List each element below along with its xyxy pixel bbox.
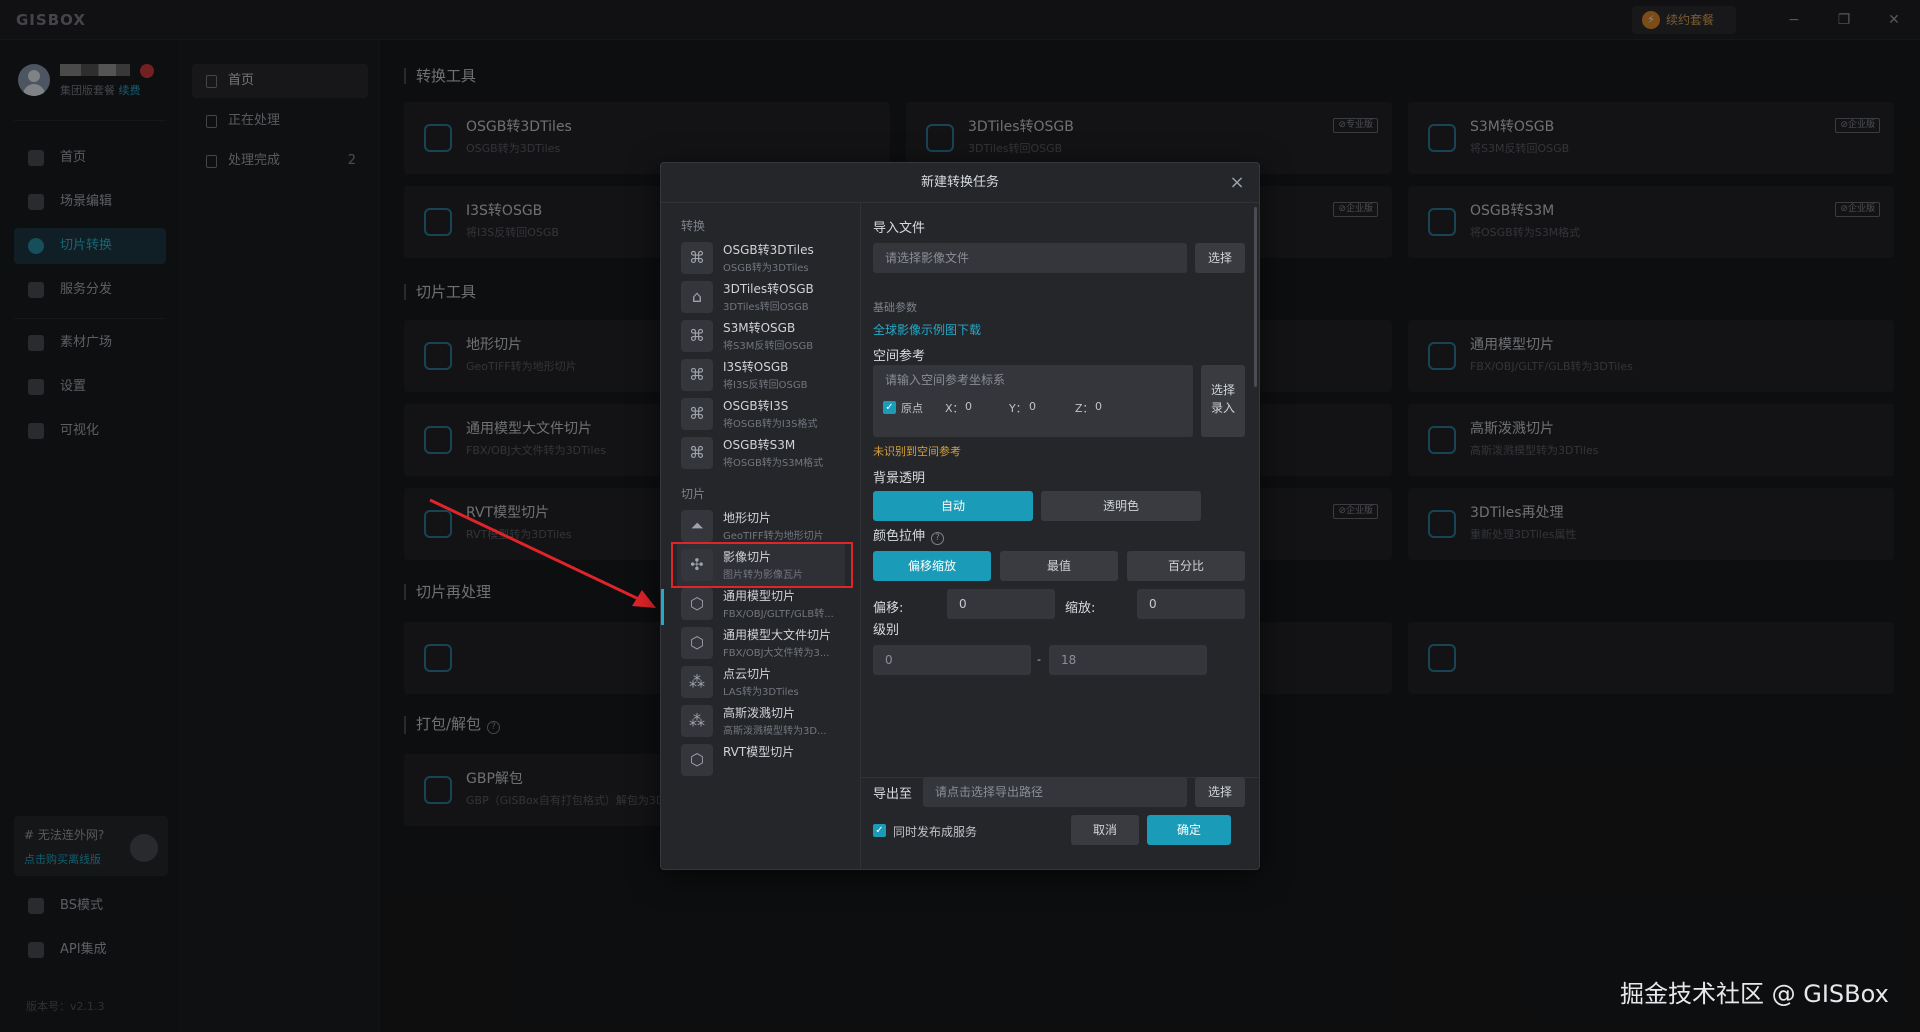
task-title: 3DTiles转OSGB <box>723 282 814 296</box>
z-value[interactable]: 0 <box>1095 400 1102 413</box>
level-label: 级别 <box>873 623 900 638</box>
new-task-dialog: 新建转换任务 × 转换 切片 ⌘ OSGB转3DTiles OSGB转为3DTile… <box>660 162 1260 870</box>
task-icon: ⌘ <box>681 437 713 469</box>
x-value[interactable]: 0 <box>965 400 972 413</box>
level-max-input[interactable]: 18 <box>1049 645 1207 675</box>
task-subtitle: OSGB转为3DTiles <box>723 263 809 274</box>
scale-label: 缩放: <box>1065 601 1096 616</box>
task-subtitle: FBX/OBJ大文件转为3... <box>723 648 830 659</box>
import-label: 导入文件 <box>873 221 926 236</box>
task-title: 点云切片 <box>723 667 772 681</box>
import-select-button[interactable]: 选择 <box>1195 243 1245 273</box>
task-icon: ✣ <box>681 549 713 581</box>
spatial-ref-input[interactable]: 请输入空间参考坐标系 <box>885 373 1005 387</box>
spatial-select-enter-button[interactable]: 选择 录入 <box>1201 365 1245 437</box>
task-title: 通用模型大文件切片 <box>723 628 832 642</box>
stretch-minmax-button[interactable]: 最值 <box>1000 551 1118 581</box>
spatial-ref-warning: 未识别到空间参考 <box>873 445 961 458</box>
task-subtitle: LAS转为3DTiles <box>723 687 799 698</box>
task-title: I3S转OSGB <box>723 360 789 374</box>
offset-label: 偏移: <box>873 601 904 616</box>
y-label: Y： <box>1009 402 1027 415</box>
bg-transparent-button[interactable]: 透明色 <box>1041 491 1201 521</box>
task-subtitle: 3DTiles转回OSGB <box>723 302 809 313</box>
task-icon: ⬡ <box>681 588 713 620</box>
task-icon: ⁂ <box>681 666 713 698</box>
level-separator: - <box>1037 653 1041 666</box>
task-title: 高斯泼溅切片 <box>723 706 796 720</box>
publish-label: 同时发布成服务 <box>893 825 978 839</box>
task-subtitle: 高斯泼溅模型转为3D... <box>723 726 827 737</box>
task-subtitle: 图片转为影像瓦片 <box>723 570 803 581</box>
task-title: S3M转OSGB <box>723 321 796 335</box>
export-select-button[interactable]: 选择 <box>1195 777 1245 807</box>
task-title: OSGB转S3M <box>723 438 796 452</box>
task-type-item[interactable]: ⬡ RVT模型切片 <box>677 737 845 783</box>
bg-label: 背景透明 <box>873 471 926 486</box>
task-icon: ⬡ <box>681 744 713 776</box>
task-subtitle: GeoTIFF转为地形切片 <box>723 531 824 542</box>
y-value[interactable]: 0 <box>1029 400 1036 413</box>
stretch-percent-button[interactable]: 百分比 <box>1127 551 1245 581</box>
task-icon: ⌘ <box>681 359 713 391</box>
import-file-input[interactable]: 请选择影像文件 <box>873 243 1187 273</box>
task-title: RVT模型切片 <box>723 745 795 759</box>
scale-input[interactable]: 0 <box>1137 589 1245 619</box>
offset-input[interactable]: 0 <box>947 589 1055 619</box>
task-subtitle: 将S3M反转回OSGB <box>723 341 814 352</box>
task-type-item[interactable]: ⌘ OSGB转S3M 将OSGB转为S3M格式 <box>677 430 845 476</box>
group-label-convert: 转换 <box>681 219 706 233</box>
task-title: OSGB转I3S <box>723 399 789 413</box>
origin-checkbox[interactable]: ✓ <box>883 401 896 414</box>
help-icon[interactable]: ? <box>931 532 945 545</box>
watermark: 掘金技术社区 @ GISBox <box>1620 980 1889 1008</box>
ok-button[interactable]: 确定 <box>1147 815 1231 845</box>
stretch-offset-scale-button[interactable]: 偏移缩放 <box>873 551 991 581</box>
task-subtitle: FBX/OBJ/GLTF/GLB转... <box>723 609 834 620</box>
dialog-title: 新建转换任务 <box>661 163 1259 203</box>
group-label-slice: 切片 <box>681 487 706 501</box>
spatial-ref-label: 空间参考 <box>873 349 926 364</box>
task-title: 通用模型切片 <box>723 589 796 603</box>
basic-params-label: 基础参数 <box>873 301 917 314</box>
cancel-button[interactable]: 取消 <box>1071 815 1139 845</box>
task-subtitle: 将OSGB转为S3M格式 <box>723 458 824 469</box>
bg-auto-button[interactable]: 自动 <box>873 491 1033 521</box>
close-icon[interactable]: × <box>1227 163 1247 203</box>
level-min-input[interactable]: 0 <box>873 645 1031 675</box>
task-icon: ⌂ <box>681 281 713 313</box>
x-label: X： <box>945 402 964 415</box>
task-form: 导入文件 请选择影像文件 选择 基础参数 全球影像示例图下载 空间参考 请输入空… <box>861 203 1259 869</box>
task-icon: ⁂ <box>681 705 713 737</box>
selected-indicator <box>661 589 664 625</box>
task-type-list: 转换 切片 ⌘ OSGB转3DTiles OSGB转为3DTiles ⌂ 3DTiles… <box>661 203 861 869</box>
task-title: OSGB转3DTiles <box>723 243 814 257</box>
origin-label: 原点 <box>901 402 923 415</box>
scrollbar[interactable] <box>1254 207 1257 387</box>
task-icon: ⌘ <box>681 320 713 352</box>
task-title: 地形切片 <box>723 511 772 525</box>
publish-checkbox[interactable]: ✓ <box>873 824 886 837</box>
task-icon: ⬡ <box>681 627 713 659</box>
task-subtitle: 将I3S反转回OSGB <box>723 380 808 391</box>
task-icon: ⌘ <box>681 398 713 430</box>
task-icon: ⏶ <box>681 510 713 542</box>
task-title: 影像切片 <box>723 550 772 564</box>
export-path-input[interactable]: 请点击选择导出路径 <box>923 777 1187 807</box>
stretch-label: 颜色拉伸? <box>873 525 945 545</box>
task-icon: ⌘ <box>681 242 713 274</box>
task-subtitle: 将OSGB转为I3S格式 <box>723 419 818 430</box>
download-sample-link[interactable]: 全球影像示例图下载 <box>873 321 981 338</box>
export-label: 导出至 <box>873 787 913 802</box>
z-label: Z： <box>1075 402 1094 415</box>
